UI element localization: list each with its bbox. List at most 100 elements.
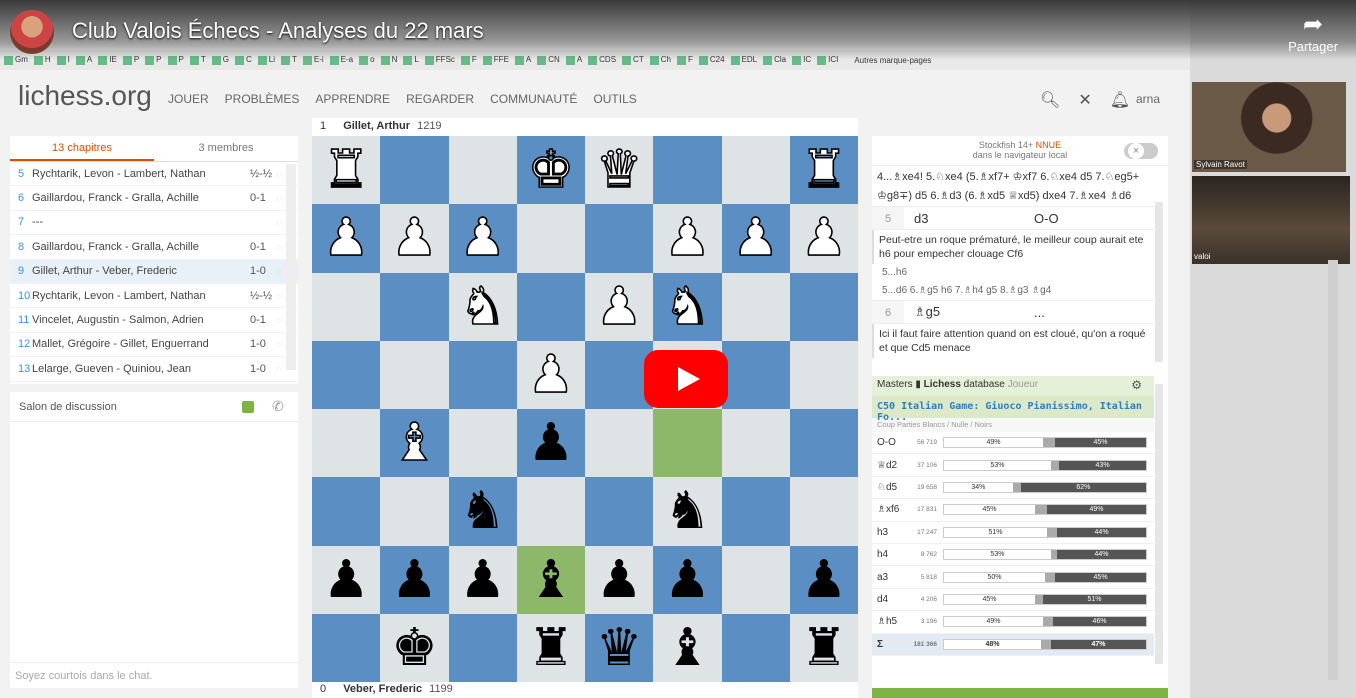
variation[interactable]: 5...h6 [872,264,1154,282]
white-pawn-icon[interactable]: ♟ [800,212,848,266]
board-square[interactable] [721,409,790,478]
board-square[interactable] [789,340,858,409]
board-square[interactable]: ♟ [721,204,790,273]
black-pawn-icon[interactable]: ♟ [664,554,711,606]
board-square[interactable]: ♜ [312,136,381,205]
explorer-row[interactable]: O-O 56 719 49% 45% [872,432,1154,455]
board-square[interactable]: ♟ [585,545,654,614]
nav-apprendre[interactable]: APPRENDRE [315,92,390,106]
site-logo[interactable]: lichess.org [18,80,152,112]
chapter-scrollbar[interactable] [286,164,296,370]
analysis-controls[interactable] [872,688,1168,698]
black-pawn-icon[interactable]: ♟ [459,554,506,606]
move-white[interactable]: ♗g5 [904,304,1024,320]
tab-player[interactable]: Joueur [1008,379,1039,390]
channel-avatar[interactable] [10,10,54,54]
white-pawn-icon[interactable]: ♟ [595,280,643,334]
board-square[interactable]: ♟ [516,340,585,409]
black-pawn-icon[interactable]: ♟ [596,554,643,606]
white-king-icon[interactable]: ♚ [527,143,575,197]
black-knight-icon[interactable]: ♞ [459,485,506,537]
board-square[interactable] [721,613,790,682]
board-square[interactable] [721,545,790,614]
tab-lichess[interactable]: Lichess [924,379,961,390]
explorer-row[interactable]: ♗h5 3 196 49% 46% [872,611,1154,634]
board-square[interactable] [380,477,449,546]
board-square[interactable] [585,477,654,546]
board-square[interactable]: ♟ [789,204,858,273]
board-square[interactable] [789,477,858,546]
explorer-row[interactable]: ♘d5 19 658 34% 62% [872,477,1154,500]
board-square[interactable] [312,409,381,478]
board-square[interactable]: ♞ [653,272,722,341]
chapter-item[interactable]: 5 Rychtarik, Levon - Lambert, Nathan ½-½ ◌ [10,162,298,187]
board-square[interactable] [789,409,858,478]
chapter-item[interactable]: 8 Gaillardou, Franck - Gralla, Achille 0-1… [10,235,298,260]
board-square[interactable]: ♜ [789,136,858,205]
board-square[interactable] [312,340,381,409]
board-square[interactable] [653,136,722,205]
board-square[interactable] [448,136,517,205]
board-square[interactable] [380,272,449,341]
white-pawn-icon[interactable]: ♟ [527,348,575,402]
chat-toggle-icon[interactable] [242,401,254,413]
board-square[interactable] [312,477,381,546]
chapter-item[interactable]: 11 Vincelet, Augustin - Salmon, Adrien 0-1… [10,308,298,333]
chapter-item[interactable]: 6 Gaillardou, Franck - Gralla, Achille 0-1… [10,186,298,211]
explorer-scrollbar[interactable] [1155,384,1163,664]
user-menu[interactable]: arna [1136,92,1160,106]
black-king-icon[interactable]: ♚ [391,622,438,674]
board-square[interactable]: ♟ [585,272,654,341]
engine-line[interactable]: 4...♗xe4! 5.♘xe4 (5.♗xf7+ ♔xf7 6.♘xe4 d5… [872,168,1154,206]
board-square[interactable]: ♝ [380,409,449,478]
white-pawn-icon[interactable]: ♟ [459,212,507,266]
tab-masters[interactable]: Masters [877,379,913,390]
chapter-item[interactable]: 9 Gillet, Arthur - Veber, Frederic 1-0 ◌ [10,259,298,284]
white-queen-icon[interactable]: ♛ [595,143,643,197]
black-pawn-icon[interactable]: ♟ [323,554,370,606]
board-square[interactable] [448,613,517,682]
board-square[interactable] [721,272,790,341]
board-square[interactable]: ♝ [653,613,722,682]
board-square[interactable] [721,136,790,205]
white-rook-icon[interactable]: ♜ [322,143,370,197]
board-square[interactable]: ♟ [448,545,517,614]
board-square[interactable] [721,340,790,409]
white-pawn-icon[interactable]: ♟ [663,212,711,266]
swords-icon[interactable]: ✕ [1078,90,1091,110]
board-square[interactable] [516,204,585,273]
chapter-item[interactable]: 13 Lelarge, Gueven - Quiniou, Jean 1-0 ◌ [10,357,298,382]
nav-regarder[interactable]: REGARDER [406,92,474,106]
nav-problemes[interactable]: PROBLÈMES [225,92,300,106]
move-black[interactable]: ... [1024,305,1144,320]
engine-toggle[interactable] [1124,143,1158,159]
move-black[interactable]: O-O [1024,211,1144,226]
black-pawn-icon[interactable]: ♟ [528,417,575,469]
board-square[interactable] [448,340,517,409]
white-knight-icon[interactable]: ♞ [459,280,507,334]
black-pawn-icon[interactable]: ♟ [801,554,848,606]
play-button[interactable] [644,350,728,408]
board-square[interactable] [585,340,654,409]
board-square[interactable]: ♟ [516,409,585,478]
black-knight-icon[interactable]: ♞ [664,485,711,537]
player-top-name[interactable]: Gillet, Arthur [343,120,410,132]
page-scrollbar[interactable] [1328,260,1338,680]
board-square[interactable]: ♛ [585,136,654,205]
white-knight-icon[interactable]: ♞ [663,280,711,334]
white-pawn-icon[interactable]: ♟ [732,212,780,266]
board-square[interactable]: ♟ [380,545,449,614]
gear-icon[interactable]: ⚙ [1131,378,1142,392]
chess-board[interactable]: ♜ ♚ ♛ ♜ ♟ ♟ ♟ ♟ ♟ ♟ ♞ ♟ ♞ ♟ ♝ ♟ ♞ ♞ ♟ ♟ ♟ ♝ ♟ ♟ ♟ ♚ ♜ ♛ ♝ ♜ [312,136,858,682]
explorer-row[interactable]: h4 8 762 53% 44% [872,544,1154,567]
player-bottom-name[interactable]: Veber, Frederic [343,683,422,695]
explorer-row[interactable]: d4 4 206 45% 51% [872,589,1154,612]
tab-chapters[interactable]: 13 chapitres [10,136,154,161]
board-square[interactable]: ♚ [380,613,449,682]
nav-communaute[interactable]: COMMUNAUTÉ [490,92,577,106]
nav-jouer[interactable]: JOUER [168,92,209,106]
board-square[interactable]: ♛ [585,613,654,682]
bell-icon[interactable]: 🔔︎ [1110,90,1130,110]
search-icon[interactable]: 🔍︎ [1040,90,1060,110]
board-square[interactable] [448,409,517,478]
